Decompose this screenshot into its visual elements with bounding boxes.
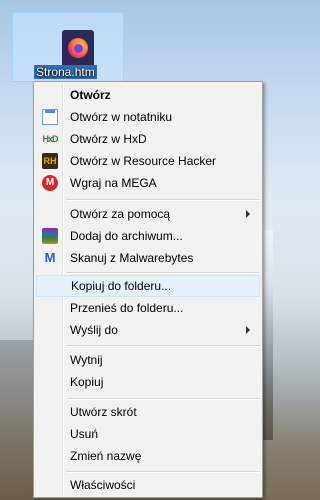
desktop-file-label[interactable]: Strona.htm (34, 65, 97, 79)
menu-item-add-to-archive[interactable]: Dodaj do archiwum... (36, 225, 260, 247)
mega-icon: M (42, 175, 58, 191)
winrar-icon (42, 228, 58, 244)
menu-item-label: Otwórz (70, 88, 111, 102)
menu-item-open-resource-hacker[interactable]: RH Otwórz w Resource Hacker (36, 150, 260, 172)
menu-item-cut[interactable]: Wytnij (36, 349, 260, 371)
firefox-html-file-icon (62, 30, 94, 70)
menu-separator (66, 199, 260, 201)
menu-item-delete[interactable]: Usuń (36, 423, 260, 445)
menu-item-label: Wgraj na MEGA (70, 176, 157, 190)
submenu-arrow-icon (246, 210, 250, 218)
menu-item-label: Otwórz w HxD (70, 132, 147, 146)
menu-item-open-with[interactable]: Otwórz za pomocą (36, 203, 260, 225)
menu-item-label: Skanuj z Malwarebytes (70, 251, 194, 265)
notepad-icon (42, 109, 58, 125)
menu-item-open-notepad[interactable]: Otwórz w notatniku (36, 106, 260, 128)
menu-separator (66, 345, 260, 347)
menu-item-rename[interactable]: Zmień nazwę (36, 445, 260, 467)
menu-item-label: Wyślij do (70, 323, 118, 337)
menu-item-label: Zmień nazwę (70, 449, 142, 463)
menu-item-label: Otwórz w Resource Hacker (70, 154, 217, 168)
menu-item-label: Otwórz za pomocą (70, 207, 171, 221)
menu-item-label: Utwórz skrót (70, 405, 137, 419)
menu-separator (66, 398, 260, 400)
submenu-arrow-icon (246, 326, 250, 334)
menu-separator (66, 272, 260, 274)
menu-item-label: Kopiuj do folderu... (71, 279, 172, 293)
menu-item-upload-mega[interactable]: M Wgraj na MEGA (36, 172, 260, 194)
menu-item-label: Przenieś do folderu... (70, 301, 184, 315)
menu-separator (66, 471, 260, 473)
menu-item-label: Usuń (70, 427, 99, 441)
menu-item-create-shortcut[interactable]: Utwórz skrót (36, 401, 260, 423)
menu-item-label: Otwórz w notatniku (70, 110, 173, 124)
menu-item-open[interactable]: Otwórz (36, 84, 260, 106)
menu-item-copy-to-folder[interactable]: Kopiuj do folderu... (36, 275, 260, 297)
menu-item-send-to[interactable]: Wyślij do (36, 319, 260, 341)
menu-item-properties[interactable]: Właściwości (36, 474, 260, 496)
menu-item-open-hxd[interactable]: HxD Otwórz w HxD (36, 128, 260, 150)
wallpaper-mountain-left (0, 340, 36, 500)
menu-item-label: Właściwości (70, 478, 136, 492)
hxd-icon: HxD (42, 134, 58, 144)
menu-item-move-to-folder[interactable]: Przenieś do folderu... (36, 297, 260, 319)
resource-hacker-icon: RH (42, 153, 58, 169)
menu-item-label: Wytnij (70, 353, 103, 367)
menu-item-copy[interactable]: Kopiuj (36, 371, 260, 393)
malwarebytes-icon: M (44, 250, 56, 265)
menu-item-scan-malwarebytes[interactable]: M Skanuj z Malwarebytes (36, 247, 260, 269)
context-menu: Otwórz Otwórz w notatniku HxD Otwórz w H… (33, 81, 263, 498)
menu-item-label: Dodaj do archiwum... (70, 229, 183, 243)
menu-item-label: Kopiuj (70, 375, 104, 389)
